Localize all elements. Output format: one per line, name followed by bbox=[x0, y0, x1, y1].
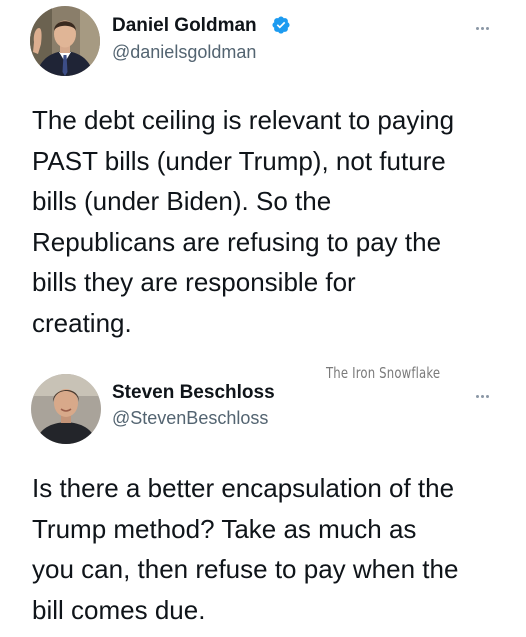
avatar-man-portrait-icon bbox=[31, 374, 101, 444]
verified-badge-icon bbox=[272, 16, 290, 34]
author-handle[interactable]: @StevenBeschloss bbox=[112, 408, 268, 429]
author-avatar[interactable] bbox=[30, 6, 100, 76]
tweet-text: The debt ceiling is relevant to paying P… bbox=[32, 105, 455, 338]
tweet: Steven Beschloss @StevenBeschloss Is the… bbox=[0, 370, 526, 637]
avatar-man-in-suit-icon bbox=[30, 6, 100, 76]
author-avatar[interactable] bbox=[31, 374, 101, 444]
more-horizontal-icon[interactable] bbox=[476, 391, 489, 401]
author-display-name[interactable]: Daniel Goldman bbox=[112, 15, 257, 37]
author-handle[interactable]: @danielsgoldman bbox=[112, 42, 256, 63]
tweet: Daniel Goldman @danielsgoldman The debt … bbox=[0, 0, 526, 370]
more-horizontal-icon[interactable] bbox=[476, 23, 489, 33]
author-display-name[interactable]: Steven Beschloss bbox=[112, 382, 275, 404]
tweet-text: Is there a better encapsulation of the T… bbox=[32, 473, 459, 625]
